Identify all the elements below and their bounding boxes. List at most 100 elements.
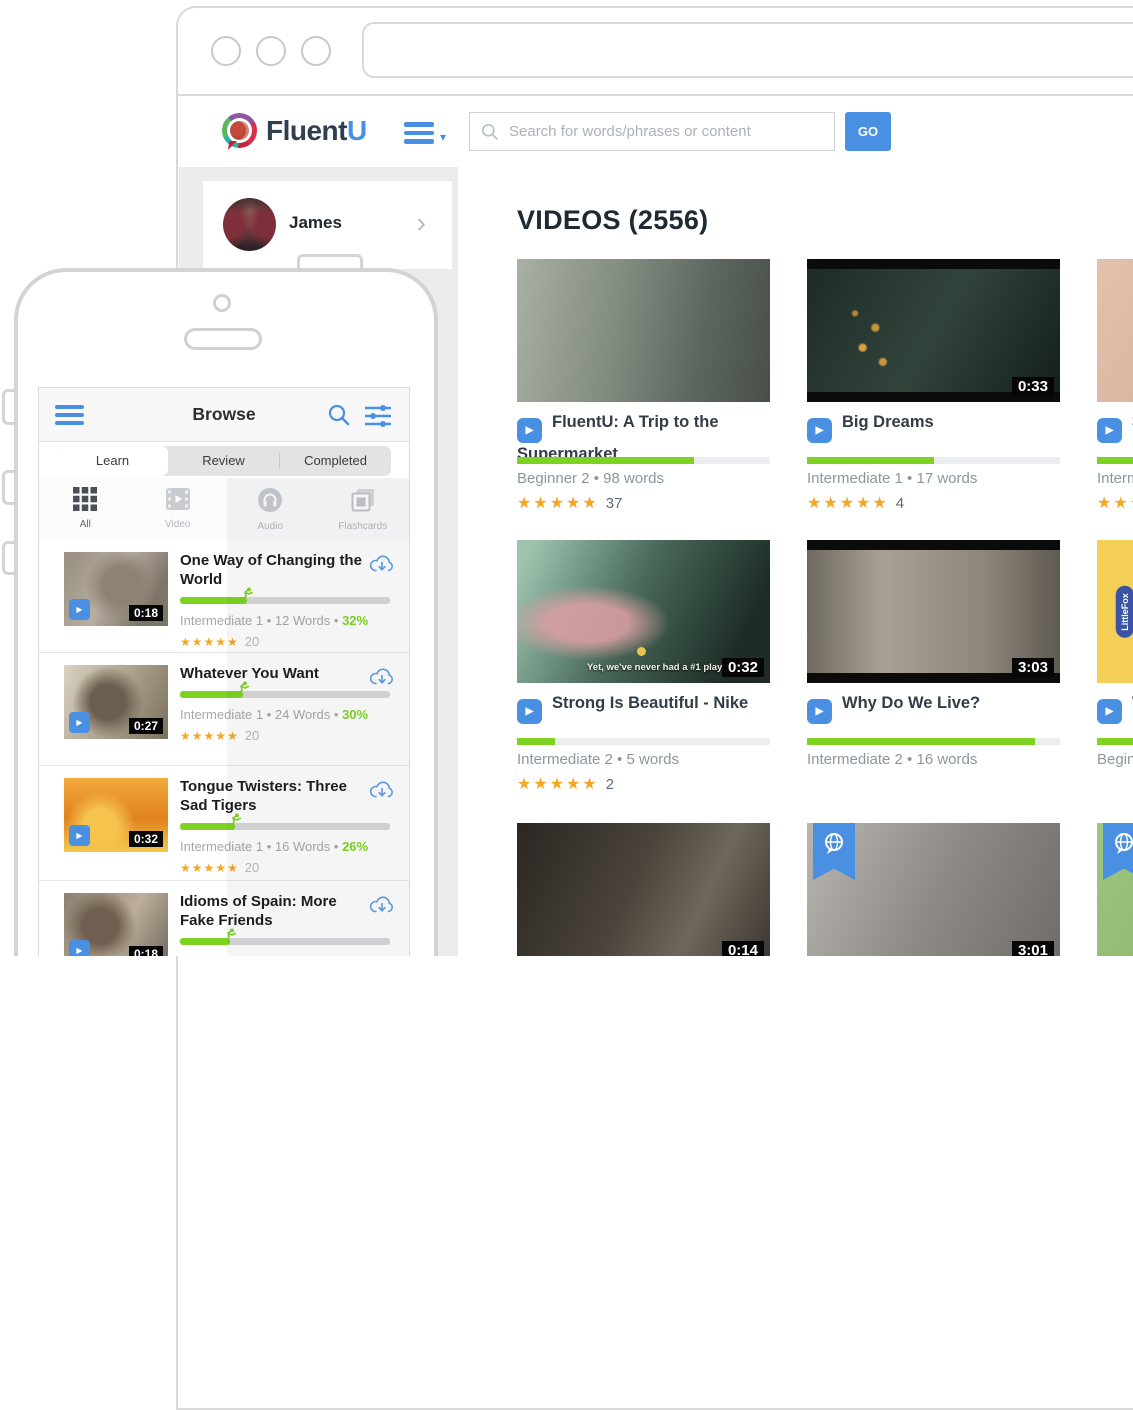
filter-sliders-icon[interactable] bbox=[363, 403, 393, 427]
video-meta: Intermediate 1 • 16 Words • 26% bbox=[180, 839, 396, 854]
progress-bar bbox=[180, 938, 390, 945]
segmented-tabs: Learn Review Completed bbox=[57, 446, 391, 476]
video-thumbnail[interactable]: 0:14 bbox=[517, 823, 770, 956]
subtitle-caption: Yet, we've never had a #1 player bbox=[587, 662, 731, 673]
list-item[interactable]: ▶ 0:18 Idioms of Spain: More Fake Friend… bbox=[39, 881, 409, 956]
video-thumbnail[interactable]: ▶ 0:27 bbox=[64, 665, 168, 739]
menu-icon[interactable]: ▾ bbox=[404, 122, 434, 148]
video-title[interactable]: ▶Big Dreams bbox=[807, 411, 1060, 443]
duration-badge: 0:18 bbox=[129, 946, 163, 956]
search-icon bbox=[480, 122, 499, 141]
rating-count: 20 bbox=[245, 634, 259, 649]
main-content: VIDEOS (2556) ▶FluentU: A Trip to the Su… bbox=[458, 167, 1133, 956]
tab-completed[interactable]: Completed bbox=[280, 446, 391, 476]
runner-icon bbox=[240, 587, 254, 602]
video-meta: Intermediate 1 • 17 words bbox=[807, 470, 977, 487]
video-title[interactable]: ▶3 bbox=[1097, 411, 1133, 443]
tab-learn[interactable]: Learn bbox=[57, 446, 168, 476]
tennis-ball-graphic bbox=[637, 647, 646, 656]
play-icon: ▶ bbox=[69, 712, 90, 733]
play-icon: ▶ bbox=[1097, 418, 1122, 443]
play-icon: ▶ bbox=[807, 699, 832, 724]
video-thumbnail[interactable]: ▶ 0:18 bbox=[64, 893, 168, 956]
progress-bar bbox=[807, 457, 1060, 464]
search-icon[interactable] bbox=[327, 403, 351, 427]
video-thumbnail[interactable]: 3:03 bbox=[807, 540, 1060, 683]
list-item[interactable]: ▶ 0:27 Whatever You Want Intermedi bbox=[39, 653, 409, 766]
video-icon bbox=[165, 487, 191, 511]
rating: ★★★★★2 bbox=[517, 774, 614, 794]
list-item[interactable]: ▶ 0:18 One Way of Changing the World bbox=[39, 540, 409, 653]
video-thumbnail[interactable]: Yet, we've never had a #1 player 0:32 bbox=[517, 540, 770, 683]
video-card[interactable]: Yet, we've never had a #1 player 0:32 ▶S… bbox=[517, 540, 770, 804]
video-thumbnail[interactable] bbox=[1097, 259, 1133, 402]
flashcards-icon bbox=[350, 487, 376, 513]
video-title[interactable]: ▶Strong Is Beautiful - Nike bbox=[517, 692, 770, 724]
video-thumbnail[interactable]: ▶ 0:18 bbox=[64, 552, 168, 626]
fluentu-logo[interactable]: FluentU bbox=[222, 113, 367, 148]
video-thumbnail[interactable]: LittleFox bbox=[1097, 540, 1133, 683]
star-icons: ★★★★★ bbox=[180, 861, 239, 875]
filter-all[interactable]: All bbox=[39, 478, 132, 540]
video-card[interactable] bbox=[1097, 823, 1133, 956]
filter-video[interactable]: Video bbox=[132, 478, 225, 540]
play-icon: ▶ bbox=[1097, 699, 1122, 724]
video-title: One Way of Changing the World bbox=[180, 551, 396, 589]
filter-audio[interactable]: Audio bbox=[224, 478, 317, 540]
video-title[interactable]: ▶W bbox=[1097, 692, 1133, 724]
download-cloud-icon[interactable] bbox=[368, 778, 396, 802]
app-title: Browse bbox=[39, 388, 409, 441]
duration-badge: 3:03 bbox=[1012, 658, 1054, 677]
play-icon: ▶ bbox=[69, 599, 90, 620]
video-card[interactable]: 0:33 ▶Big Dreams Intermediate 1 • 17 wor… bbox=[807, 259, 1060, 523]
video-card[interactable]: 3:03 ▶Why Do We Live? Intermediate 2 • 1… bbox=[807, 540, 1060, 804]
runner-icon bbox=[236, 681, 250, 696]
address-bar[interactable] bbox=[362, 22, 1133, 78]
rating-count: 20 bbox=[245, 860, 259, 875]
download-cloud-icon[interactable] bbox=[368, 665, 396, 689]
runner-icon bbox=[228, 813, 242, 828]
search-input[interactable] bbox=[507, 122, 824, 141]
play-icon: ▶ bbox=[807, 418, 832, 443]
video-meta: Intermediate 1 • 24 Words • 30% bbox=[180, 707, 396, 722]
video-meta: Intermediate 2 • 16 words bbox=[807, 751, 977, 768]
filter-flashcards[interactable]: Flashcards bbox=[317, 478, 410, 540]
menu-icon[interactable] bbox=[55, 405, 84, 429]
globe-icon bbox=[1111, 831, 1133, 857]
video-meta: Intermediate 2 • 5 words bbox=[517, 751, 679, 768]
window-control-icon[interactable] bbox=[256, 36, 286, 66]
video-card[interactable]: LittleFox ▶W Beginner bbox=[1097, 540, 1133, 804]
star-icons: ★★★★★ bbox=[517, 495, 599, 512]
progress-bar bbox=[517, 738, 770, 745]
duration-badge: 0:32 bbox=[722, 658, 764, 677]
download-cloud-icon[interactable] bbox=[368, 552, 396, 576]
list-item[interactable]: ▶ 0:32 Tongue Twisters: Three Sad Tigers bbox=[39, 766, 409, 881]
duration-badge: 0:27 bbox=[129, 718, 163, 734]
avatar bbox=[223, 198, 276, 251]
audio-icon bbox=[257, 487, 283, 513]
video-card[interactable]: 0:14 bbox=[517, 823, 770, 956]
window-control-icon[interactable] bbox=[211, 36, 241, 66]
globe-logo-icon bbox=[222, 113, 257, 148]
tab-review[interactable]: Review bbox=[168, 446, 279, 476]
video-title: Idioms of Spain: More Fake Friends bbox=[180, 892, 396, 930]
lesson-list: ▶ 0:18 One Way of Changing the World bbox=[39, 540, 409, 956]
grid-icon bbox=[73, 487, 97, 511]
video-card[interactable]: 3:01 bbox=[807, 823, 1060, 956]
filter-label: Flashcards bbox=[317, 521, 410, 532]
download-cloud-icon[interactable] bbox=[368, 893, 396, 917]
chevron-down-icon: ▾ bbox=[440, 130, 446, 144]
rating-count: 4 bbox=[896, 495, 904, 512]
video-card[interactable]: ▶3 Intermediate 1 ★★★★★ bbox=[1097, 259, 1133, 523]
video-thumbnail[interactable]: ▶ 0:32 bbox=[64, 778, 168, 852]
video-card[interactable]: ▶FluentU: A Trip to the Supermarket Begi… bbox=[517, 259, 770, 523]
video-thumbnail[interactable] bbox=[517, 259, 770, 402]
video-title[interactable]: ▶Why Do We Live? bbox=[807, 692, 1060, 724]
video-meta: Intermediate 1 bbox=[1097, 470, 1133, 487]
star-icons: ★★★★★ bbox=[180, 635, 239, 649]
window-control-icon[interactable] bbox=[301, 36, 331, 66]
browser-toolbar bbox=[178, 8, 1133, 96]
go-button[interactable]: GO bbox=[845, 112, 891, 151]
progress-percent: 26% bbox=[342, 839, 368, 854]
video-thumbnail[interactable]: 0:33 bbox=[807, 259, 1060, 402]
